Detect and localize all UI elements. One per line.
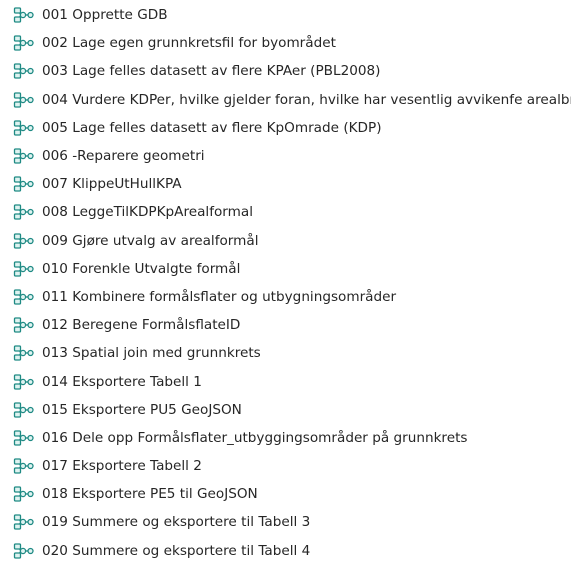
model-label: 020 Summere og eksportere til Tabell 4 [42,542,311,559]
model-list-item[interactable]: 003 Lage felles datasett av flere KPAer … [0,57,571,85]
model-list-item[interactable]: 011 Kombinere formålsflater og utbygning… [0,283,571,311]
model-icon [13,402,34,418]
model-label: 009 Gjøre utvalg av arealformål [42,232,259,249]
model-icon [13,63,34,80]
model-list-item[interactable]: 008 LeggeTilKDPKpArealformal [0,198,571,226]
model-label: 019 Summere og eksportere til Tabell 3 [42,514,311,531]
model-icon [13,176,34,192]
model-label: 016 Dele opp Formålsflater_utbyggingsomr… [42,429,468,446]
model-list-item[interactable]: 006 -Reparere geometri [0,142,571,170]
model-icon [13,317,34,333]
model-icon [13,289,34,305]
model-icon [13,92,34,108]
model-label: 006 -Reparere geometri [42,148,205,165]
model-list-item[interactable]: 017 Eksportere Tabell 2 [0,452,571,480]
model-list: 001 Opprette GDB 002 Lage egen grunnkret… [0,0,571,565]
model-list-item[interactable]: 012 Beregene FormålsflateID [0,311,571,339]
model-label: 003 Lage felles datasett av flere KPAer … [42,63,381,80]
model-list-item[interactable]: 014 Eksportere Tabell 1 [0,367,571,395]
model-list-item[interactable]: 013 Spatial join med grunnkrets [0,339,571,367]
model-list-item[interactable]: 007 KlippeUtHullKPA [0,170,571,198]
model-icon [13,373,34,390]
model-label: 014 Eksportere Tabell 1 [42,373,202,390]
model-icon [13,458,34,474]
model-label: 005 Lage felles datasett av flere KpOmra… [42,119,382,136]
model-label: 012 Beregene FormålsflateID [42,317,241,334]
model-label: 018 Eksportere PE5 til GeoJSON [42,486,258,503]
model-icon [13,232,34,249]
model-icon [13,35,34,51]
model-list-item[interactable]: 005 Lage felles datasett av flere KpOmra… [0,114,571,142]
model-label: 011 Kombinere formålsflater og utbygning… [42,288,397,305]
model-label: 007 KlippeUtHullKPA [42,176,182,193]
model-icon [13,204,34,221]
model-list-item[interactable]: 018 Eksportere PE5 til GeoJSON [0,480,571,508]
model-list-item[interactable]: 002 Lage egen grunnkretsfil for byområde… [0,29,571,57]
model-icon [13,514,34,531]
model-label: 002 Lage egen grunnkretsfil for byområde… [42,35,336,52]
model-list-item[interactable]: 001 Opprette GDB [0,1,571,29]
model-icon [13,7,34,23]
model-icon [13,430,34,446]
model-label: 015 Eksportere PU5 GeoJSON [42,401,242,418]
model-list-item[interactable]: 016 Dele opp Formålsflater_utbyggingsomr… [0,424,571,452]
model-icon [13,486,34,502]
model-label: 017 Eksportere Tabell 2 [42,458,202,475]
model-list-item[interactable]: 010 Forenkle Utvalgte formål [0,255,571,283]
model-list-item[interactable]: 019 Summere og eksportere til Tabell 3 [0,508,571,536]
model-list-item[interactable]: 004 Vurdere KDPer, hvilke gjelder foran,… [0,86,571,114]
model-list-item[interactable]: 009 Gjøre utvalg av arealformål [0,227,571,255]
model-label: 008 LeggeTilKDPKpArealformal [42,204,254,221]
model-label: 004 Vurdere KDPer, hvilke gjelder foran,… [42,91,571,108]
model-icon [13,120,34,136]
model-icon [13,345,34,361]
model-label: 010 Forenkle Utvalgte formål [42,260,241,277]
model-icon [13,543,34,559]
model-list-item[interactable]: 015 Eksportere PU5 GeoJSON [0,396,571,424]
model-list-item[interactable]: 020 Summere og eksportere til Tabell 4 [0,537,571,565]
model-icon [13,261,34,277]
model-icon [13,148,34,164]
model-label: 001 Opprette GDB [42,7,168,24]
model-label: 013 Spatial join med grunnkrets [42,345,261,362]
